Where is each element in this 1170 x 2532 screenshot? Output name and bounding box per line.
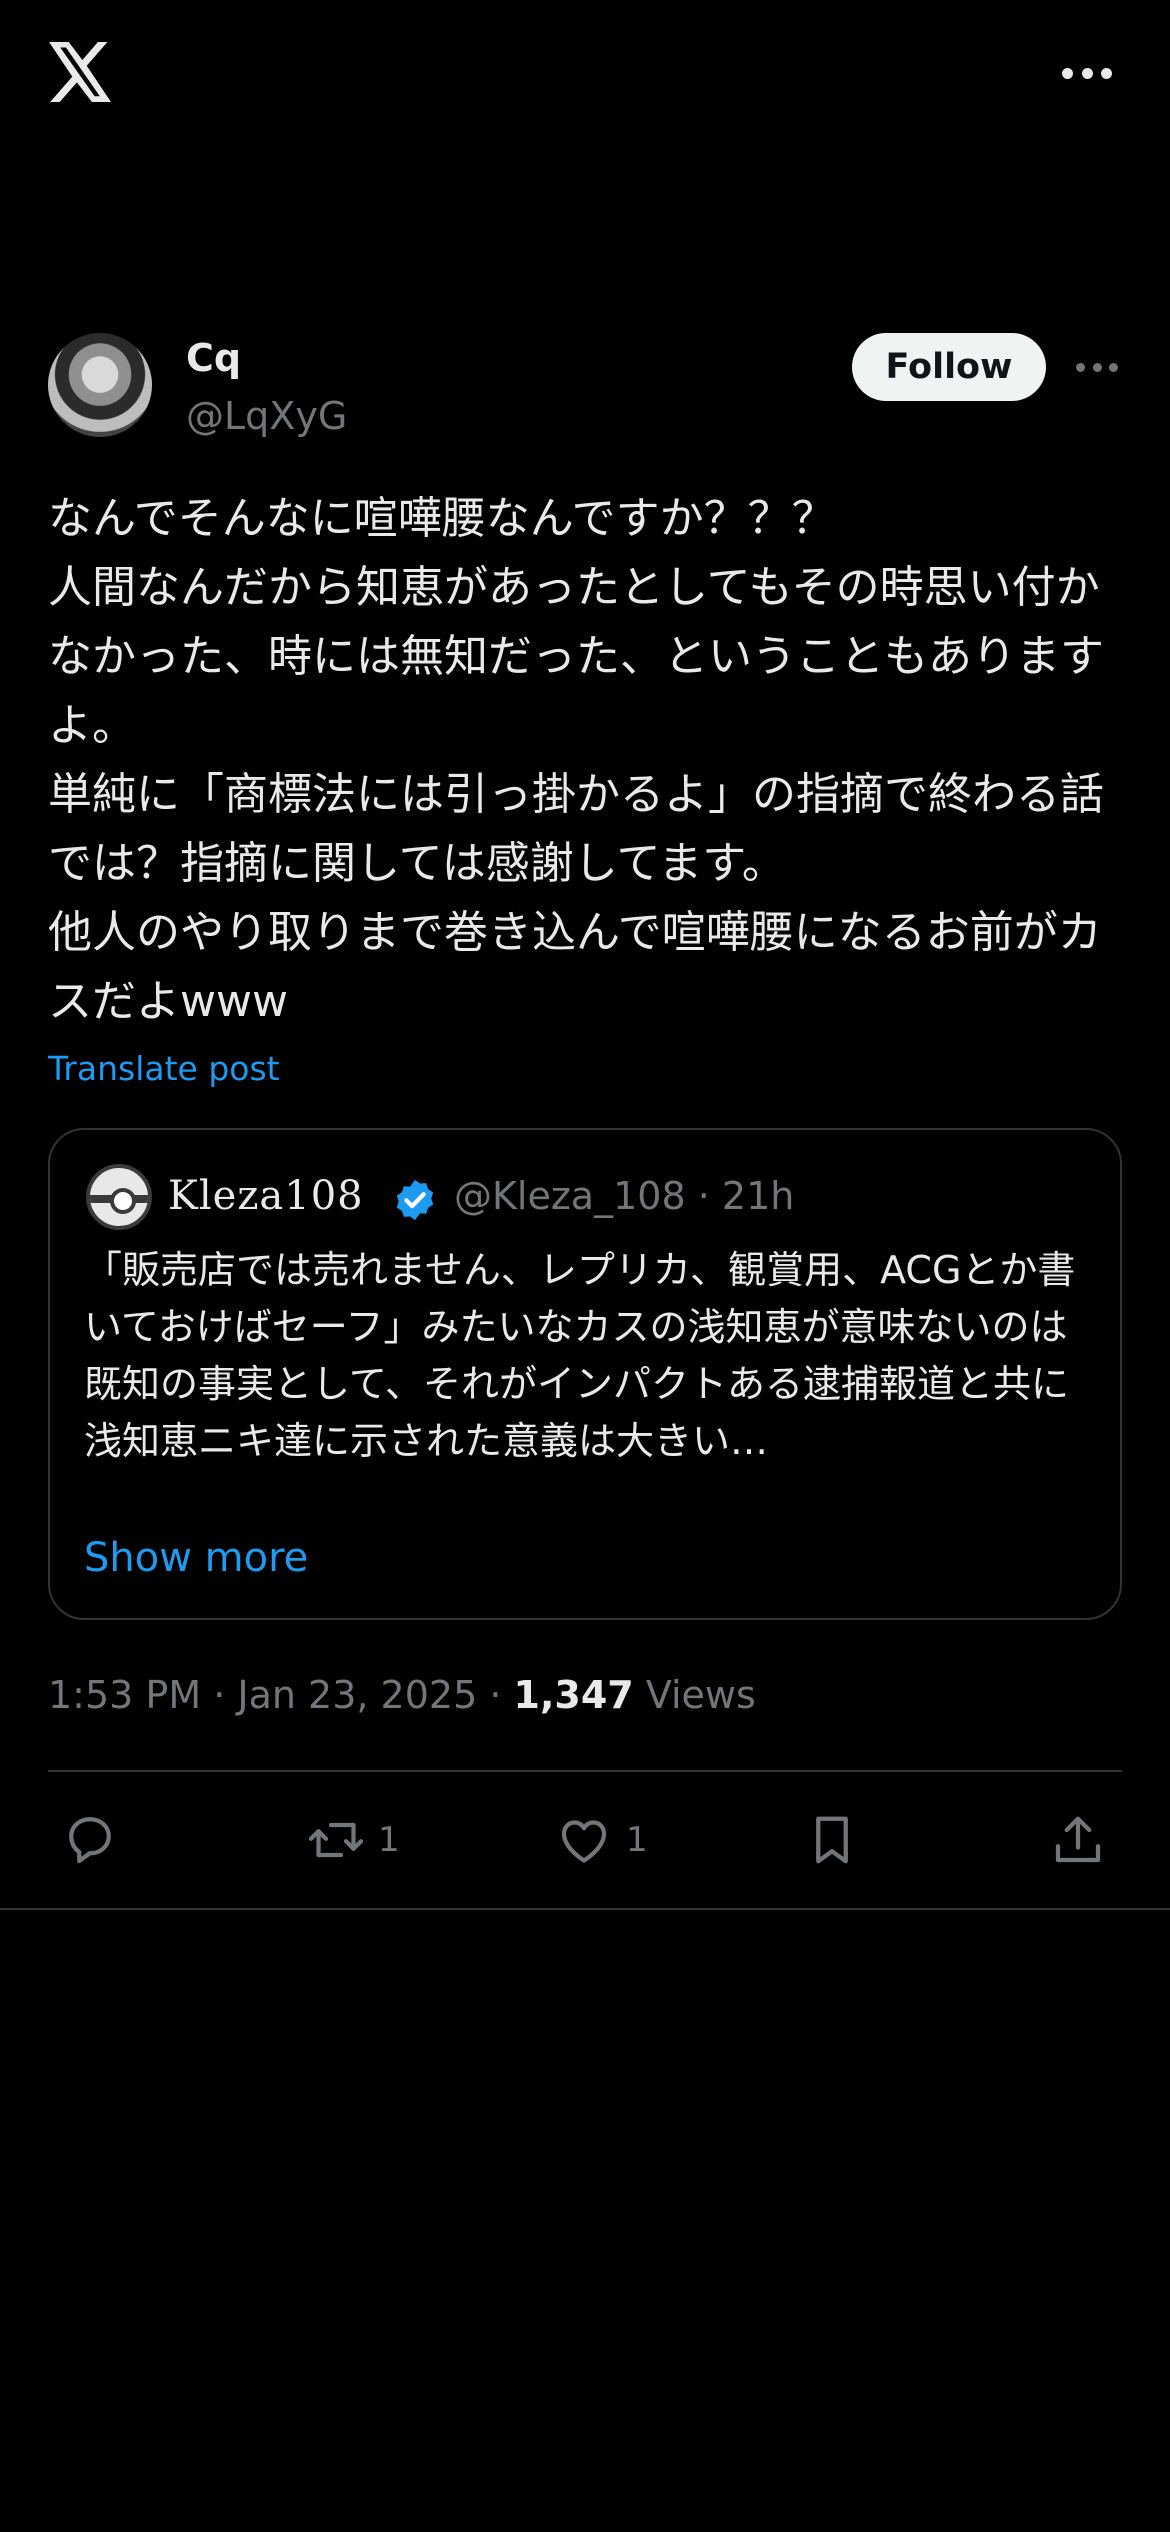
bookmark-button[interactable]: [802, 1808, 862, 1872]
separator-dot: ·: [489, 1673, 514, 1717]
author-handle[interactable]: @LqXyG: [186, 392, 347, 440]
repost-icon: [308, 1822, 364, 1858]
reply-icon: [69, 1817, 111, 1864]
divider: [48, 1770, 1122, 1772]
author-avatar[interactable]: [48, 333, 152, 437]
quoted-post-text: 「販売店では売れません、レプリカ、観賞用、ACGとか書いておけばセーフ」みたいな…: [84, 1248, 1076, 1463]
views-count: 1,347: [513, 1673, 634, 1717]
quoted-author-handle: @Kleza_108: [454, 1174, 686, 1218]
views-label: Views: [645, 1673, 756, 1717]
follow-button[interactable]: Follow: [852, 333, 1046, 401]
translate-post-link[interactable]: Translate post: [48, 1046, 280, 1092]
separator-dot: ·: [213, 1673, 238, 1717]
quoted-author-name: Kleza108: [168, 1173, 364, 1219]
more-dot: [1081, 67, 1093, 79]
show-more-link[interactable]: Show more: [84, 1530, 308, 1586]
bookmark-icon: [816, 1816, 848, 1864]
like-button[interactable]: 1: [554, 1808, 648, 1872]
share-icon: [1055, 1816, 1101, 1863]
post-detail-page: Cq @LqXyG Follow なんでそんなに喧嘩腰なんですか？？？ 人間なん…: [0, 0, 1170, 2532]
reply-button[interactable]: [60, 1808, 132, 1872]
quoted-meta: @Kleza_108 · 21h: [454, 1170, 794, 1222]
share-button[interactable]: [1048, 1808, 1108, 1872]
like-count: 1: [626, 1820, 648, 1860]
repost-count: 1: [378, 1820, 400, 1860]
x-logo-icon[interactable]: [48, 42, 114, 102]
verified-badge-icon: [396, 1179, 434, 1221]
post-time[interactable]: 1:53 PM: [48, 1673, 201, 1717]
post-text: なんでそんなに喧嘩腰なんですか？？？ 人間なんだから知恵があったとしてもその時思…: [48, 493, 1104, 1027]
heart-icon: [561, 1820, 607, 1863]
quoted-post-card[interactable]: Kleza108 @Kleza_108 · 21h 「販売店では売れません、レプ…: [48, 1128, 1122, 1620]
separator-dot: ·: [697, 1174, 722, 1218]
more-icon[interactable]: [1062, 62, 1112, 84]
top-bar: [0, 0, 1170, 150]
post-more-icon[interactable]: [1076, 357, 1118, 377]
quoted-author-avatar: [86, 1164, 152, 1230]
post-date[interactable]: Jan 23, 2025: [237, 1673, 477, 1717]
divider: [0, 1908, 1170, 1910]
more-dot: [1109, 362, 1118, 372]
more-dot: [1076, 362, 1085, 372]
repost-button[interactable]: 1: [306, 1808, 400, 1872]
post-meta: 1:53 PM · Jan 23, 2025 · 1,347 Views: [48, 1668, 756, 1722]
author-name[interactable]: Cq: [186, 334, 241, 382]
more-dot: [1101, 67, 1112, 79]
quoted-post-age: 21h: [721, 1174, 795, 1218]
more-dot: [1092, 362, 1102, 372]
more-dot: [1062, 67, 1073, 79]
